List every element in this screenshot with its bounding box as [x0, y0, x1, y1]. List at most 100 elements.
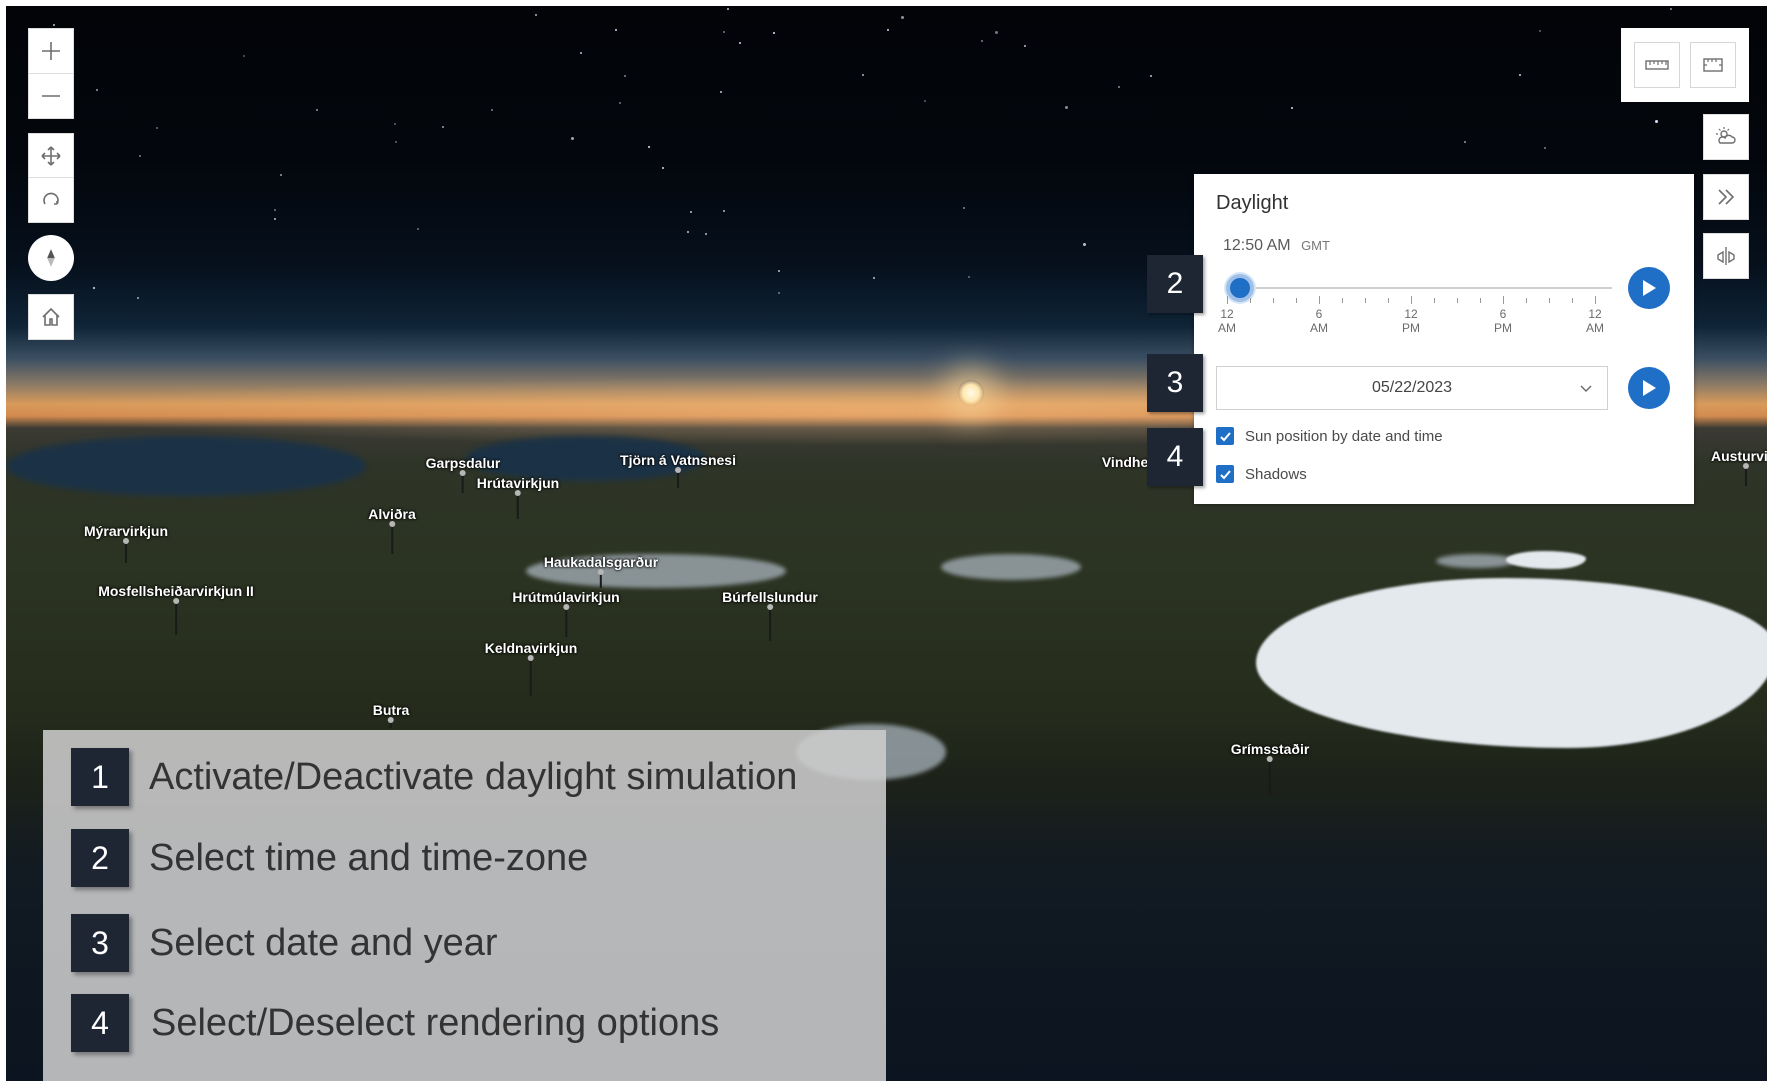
annotation-badge-2: 2 [1147, 255, 1203, 313]
place-label: Keldnavirkjun [484, 640, 578, 656]
legend-number: 1 [71, 748, 129, 806]
lake [1436, 554, 1516, 568]
star [96, 89, 98, 91]
panel-title: Daylight [1216, 192, 1289, 214]
place-label: Alviðra [368, 506, 416, 522]
star [873, 277, 875, 279]
place-marker[interactable]: Grímsstaðir [1231, 741, 1309, 795]
tick-label-top: 6 [1499, 307, 1507, 321]
slider-tick-mark [1319, 296, 1320, 304]
legend-item: 2 Select time and time-zone [71, 829, 588, 887]
star [619, 102, 621, 104]
legend-item: 4 Select/Deselect rendering options [71, 994, 719, 1052]
star [156, 127, 158, 129]
shadows-option[interactable]: Shadows [1216, 465, 1307, 483]
place-label: Mýrarvirkjun [83, 523, 169, 539]
slider-tick-mark [1227, 296, 1228, 304]
shadows-checkbox[interactable] [1216, 465, 1234, 483]
slider-tick-mark [1434, 298, 1435, 303]
place-label: Garpsdalur [425, 455, 501, 471]
place-pin [515, 490, 521, 519]
star [648, 146, 650, 148]
star [280, 174, 282, 176]
place-marker[interactable]: Alviðra [368, 506, 416, 554]
place-marker[interactable]: Haukadalsgarður [544, 554, 658, 588]
pan-button[interactable] [28, 133, 74, 179]
slider-tick-mark [1503, 296, 1504, 304]
star [862, 74, 864, 76]
slice-button[interactable] [1703, 233, 1749, 279]
place-pin [389, 521, 395, 554]
play-time-button[interactable] [1628, 267, 1670, 309]
place-marker[interactable]: Keldnavirkjun [484, 640, 578, 696]
place-pin [1743, 463, 1749, 486]
home-button[interactable] [28, 294, 74, 340]
slider-tick-mark [1273, 298, 1274, 303]
slider-tick-mark [1480, 298, 1481, 303]
play-date-button[interactable] [1628, 367, 1670, 409]
compass-button[interactable] [28, 235, 74, 281]
place-marker[interactable]: Mosfellsheiðarvirkjun II [98, 583, 254, 635]
sun-position-label: Sun position by date and time [1245, 427, 1443, 445]
star [93, 287, 95, 289]
place-marker[interactable]: Hrútavirkjun [477, 475, 559, 519]
star [963, 207, 965, 209]
place-marker[interactable]: Mýrarvirkjun [84, 523, 168, 563]
legend-text: Activate/Deactivate daylight simulation [149, 755, 798, 798]
play-icon [1643, 280, 1656, 296]
time-slider-track[interactable] [1240, 287, 1612, 289]
slider-tick-mark [1457, 298, 1458, 303]
sun [958, 380, 984, 406]
rotate-button[interactable] [28, 177, 74, 223]
timezone-selector[interactable]: GMT [1301, 238, 1330, 253]
place-pin [388, 717, 394, 728]
sun-position-option[interactable]: Sun position by date and time [1216, 427, 1443, 445]
daylight-toggle-button[interactable] [1703, 114, 1749, 160]
line-measure-button[interactable] [1634, 42, 1680, 88]
place-marker[interactable]: Tjörn á Vatnsnesi [620, 452, 736, 488]
star [1544, 147, 1546, 149]
star [778, 292, 780, 294]
chevron-down-icon [1580, 385, 1592, 392]
star [723, 31, 725, 33]
slider-tick-mark [1342, 298, 1343, 303]
place-label: Austurvirk [1710, 448, 1767, 464]
star [887, 29, 889, 31]
place-marker[interactable]: Austurvirk [1711, 448, 1767, 486]
place-marker[interactable]: Vindhei [1102, 454, 1152, 470]
slider-tick-mark [1526, 298, 1527, 303]
legend-number: 4 [71, 994, 129, 1052]
slider-tick-label: 12 AM [1575, 307, 1615, 335]
star [624, 75, 626, 77]
area-measure-button[interactable] [1690, 42, 1736, 88]
place-marker[interactable]: Hrútmúlavirkjun [512, 589, 620, 637]
place-marker[interactable]: Búrfellslundur [722, 589, 818, 641]
star [139, 155, 141, 157]
star [968, 276, 970, 278]
zoom-in-button[interactable] [28, 28, 74, 74]
slider-tick-label: 12 AM [1207, 307, 1247, 335]
legend-text: Select time and time-zone [149, 836, 589, 879]
expand-button[interactable] [1703, 174, 1749, 220]
place-label: Mosfellsheiðarvirkjun II [98, 583, 254, 599]
sun-position-checkbox[interactable] [1216, 427, 1234, 445]
star [1655, 120, 1658, 123]
slider-tick-mark [1595, 296, 1596, 304]
star [901, 16, 904, 19]
legend-text: Select date and year [149, 921, 498, 964]
star [1291, 107, 1293, 109]
slider-tick-label: 6 PM [1483, 307, 1523, 335]
daylight-icon [1716, 127, 1736, 144]
place-marker[interactable]: Butra [373, 702, 409, 728]
slider-tick-mark [1411, 296, 1412, 304]
star [1539, 30, 1541, 32]
zoom-out-button[interactable] [28, 73, 74, 119]
time-value: 12:50 AM [1223, 237, 1291, 254]
star [615, 29, 617, 31]
date-picker[interactable]: 05/22/2023 [1216, 366, 1608, 410]
zoom-out-icon [42, 95, 60, 97]
shadows-label: Shadows [1245, 465, 1307, 483]
place-pin [172, 598, 179, 635]
star [243, 55, 245, 57]
annotation-badge-3: 3 [1147, 354, 1203, 412]
